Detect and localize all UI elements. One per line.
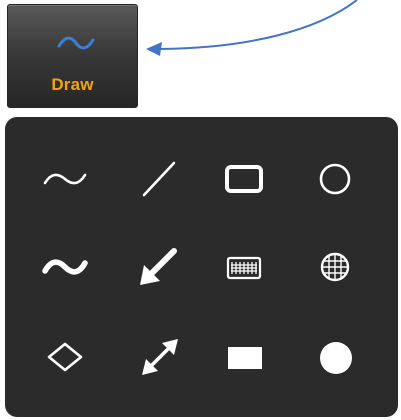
arrow-tool[interactable] (130, 237, 190, 297)
double-arrow-tool[interactable] (130, 327, 190, 387)
rectangle-outline-icon (225, 165, 263, 193)
arrow-icon (140, 248, 177, 285)
ellipse-grid-icon (320, 252, 350, 282)
ellipse-outline-tool[interactable] (305, 149, 365, 209)
rectangle-filled-tool[interactable] (215, 327, 275, 387)
draw-tool-screenshot: Draw (0, 0, 401, 420)
draw-button-label: Draw (51, 75, 94, 94)
diamond-outline-tool[interactable] (35, 327, 95, 387)
line-tool[interactable] (130, 149, 190, 209)
double-arrow-icon (142, 339, 178, 375)
ellipse-outline-icon (319, 163, 351, 195)
freehand-thick-icon (42, 259, 88, 275)
diamond-outline-icon (47, 342, 83, 372)
rectangle-grid-tool[interactable] (215, 237, 275, 297)
rectangle-filled-icon (228, 347, 262, 369)
freehand-thin-tool[interactable] (35, 149, 95, 209)
freehand-thick-tool[interactable] (35, 237, 95, 297)
freehand-wave-icon (57, 36, 95, 50)
ellipse-filled-icon (320, 342, 352, 374)
ellipse-grid-tool[interactable] (305, 237, 365, 297)
line-icon (142, 161, 176, 197)
draw-button[interactable]: Draw (7, 4, 138, 108)
ellipse-filled-tool[interactable] (305, 327, 365, 387)
rectangle-grid-icon (226, 256, 262, 280)
draw-tools-menu (5, 117, 398, 417)
rectangle-outline-tool[interactable] (215, 149, 275, 209)
freehand-thin-icon (43, 173, 87, 185)
